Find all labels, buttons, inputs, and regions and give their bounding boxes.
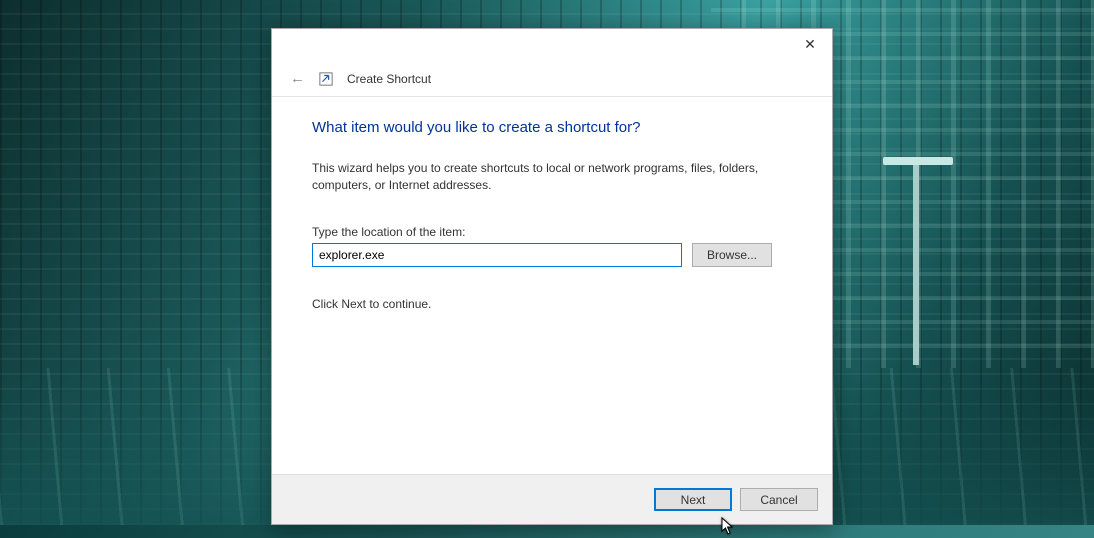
cancel-button[interactable]: Cancel	[740, 488, 818, 511]
dialog-header: ← Create Shortcut	[272, 61, 832, 97]
shortcut-arrow-icon	[319, 72, 333, 86]
location-field-row: Browse...	[312, 243, 792, 267]
close-icon: ✕	[804, 36, 816, 53]
location-label: Type the location of the item:	[312, 225, 792, 239]
dialog-title: Create Shortcut	[347, 72, 431, 86]
browse-button[interactable]: Browse...	[692, 243, 772, 267]
create-shortcut-dialog: ✕ ← Create Shortcut What item would you …	[271, 28, 833, 525]
location-input[interactable]	[312, 243, 682, 267]
titlebar: ✕	[272, 29, 832, 61]
dialog-content: What item would you like to create a sho…	[272, 97, 832, 474]
dialog-footer: Next Cancel	[272, 474, 832, 524]
wizard-heading: What item would you like to create a sho…	[312, 119, 792, 136]
next-button[interactable]: Next	[654, 488, 732, 511]
close-button[interactable]: ✕	[788, 29, 832, 59]
wizard-description: This wizard helps you to create shortcut…	[312, 160, 782, 195]
continue-hint: Click Next to continue.	[312, 297, 792, 311]
wallpaper-lamp	[913, 165, 919, 365]
back-arrow-icon: ←	[290, 71, 305, 86]
